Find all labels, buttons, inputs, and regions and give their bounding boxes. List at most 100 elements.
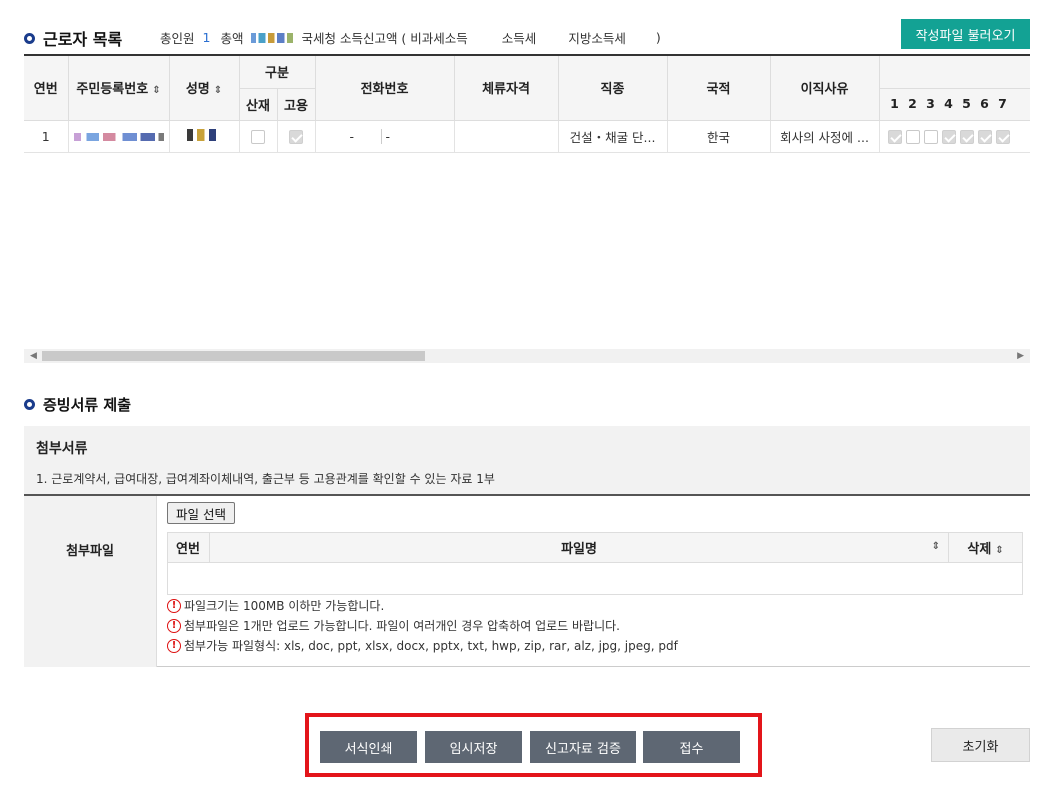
worker-list-title: 근로자 목록 — [24, 26, 122, 50]
month-checkbox[interactable] — [941, 129, 956, 144]
month-checkbox[interactable] — [959, 129, 974, 144]
note-text: 첨부파일은 1개만 업로드 가능합니다. 파일이 여러개인 경우 압축하여 업로… — [184, 619, 620, 633]
worker-list-title-text: 근로자 목록 — [43, 30, 123, 49]
warning-icon: ! — [167, 599, 181, 613]
note-text: 첨부가능 파일형식: xls, doc, ppt, xlsx, docx, pp… — [184, 639, 678, 653]
verify-data-button[interactable]: 신고자료 검증 — [530, 731, 636, 763]
row-reason[interactable]: 회사의 사정에 ... — [770, 120, 880, 153]
load-file-button[interactable]: 작성파일 불러오기 — [901, 19, 1030, 49]
note-text: 파일크기는 100MB 이하만 가능합니다. — [184, 599, 385, 613]
col-name-label: 성명 — [185, 82, 210, 98]
sort-icon[interactable]: ⇕ — [152, 85, 160, 96]
bullet-circle-icon — [24, 32, 35, 44]
masked-rrn — [73, 132, 164, 141]
row-goyong — [277, 120, 316, 153]
row-months — [879, 120, 1030, 153]
horizontal-scrollbar[interactable]: ◀ ▶ — [24, 349, 1030, 363]
masked-amount — [251, 32, 294, 43]
print-form-button[interactable]: 서식인쇄 — [320, 731, 417, 763]
col-months-group — [879, 56, 1030, 89]
worker-summary: 총인원 1 총액 국세청 소득신고액 ( 비과세소득 소득세 지방소득세 ) — [160, 28, 661, 47]
attachment-info: 첨부서류 1. 근로계약서, 급여대장, 급여계좌이체내역, 출근부 등 고용관… — [24, 426, 1030, 496]
file-upload-label: 첨부파일 — [24, 496, 157, 667]
month-header: 1 — [890, 96, 899, 111]
nts-income-label: 국세청 소득신고액 ( 비과세소득 — [301, 31, 468, 46]
col-goyong: 고용 — [277, 88, 316, 121]
sanjae-checkbox[interactable] — [251, 129, 265, 144]
attachment-heading: 첨부서류 — [36, 441, 88, 457]
col-nationality: 국적 — [667, 56, 771, 121]
col-job: 직종 — [558, 56, 668, 121]
goyong-checkbox[interactable] — [289, 129, 303, 144]
month-checkbox[interactable] — [977, 129, 992, 144]
scrollbar-thumb[interactable] — [42, 351, 425, 361]
note-item: ! 첨부파일은 1개만 업로드 가능합니다. 파일이 여러개인 경우 압축하여 업… — [167, 616, 678, 636]
total-count-value: 1 — [202, 30, 211, 45]
file-col-delete[interactable]: 삭제 ⇕ — [948, 532, 1023, 563]
masked-name — [187, 128, 221, 141]
month-header: 5 — [962, 96, 971, 111]
summary-close-paren: ) — [655, 30, 661, 45]
sort-icon[interactable]: ⇕ — [214, 85, 222, 96]
month-checkbox[interactable] — [923, 129, 938, 144]
col-name[interactable]: 성명 ⇕ — [169, 56, 240, 121]
month-checkbox[interactable] — [905, 129, 920, 144]
scroll-left-icon[interactable]: ◀ — [30, 351, 37, 361]
warning-icon: ! — [167, 639, 181, 653]
file-upload-row: 첨부파일 파일 선택 연번 파일명 ⇕ 삭제 ⇕ ! 파일크기는 100MB 이하만 … — [24, 496, 1030, 667]
evidence-title-text: 증빙서류 제출 — [43, 396, 132, 414]
col-phone: 전화번호 — [315, 56, 455, 121]
temp-save-button[interactable]: 임시저장 — [425, 731, 522, 763]
sort-icon[interactable]: ⇕ — [995, 545, 1003, 556]
col-rrn[interactable]: 주민등록번호 ⇕ — [68, 56, 170, 121]
col-category: 구분 — [239, 56, 316, 89]
col-stay: 체류자격 — [454, 56, 559, 121]
file-col-name[interactable]: 파일명 ⇕ — [208, 532, 950, 563]
month-header: 6 — [980, 96, 989, 111]
month-header: 3 — [926, 96, 935, 111]
total-count-label: 총인원 — [160, 31, 195, 46]
warning-icon: ! — [167, 619, 181, 633]
upload-notes: ! 파일크기는 100MB 이하만 가능합니다. ! 첨부파일은 1개만 업로드 가… — [167, 596, 678, 656]
month-checkbox[interactable] — [887, 129, 902, 144]
month-header: 7 — [998, 96, 1007, 111]
local-tax-label: 지방소득세 — [568, 31, 626, 46]
total-amount-label: 총액 — [220, 31, 244, 46]
reset-button[interactable]: 초기화 — [931, 728, 1030, 762]
note-item: ! 첨부가능 파일형식: xls, doc, ppt, xlsx, docx, p… — [167, 636, 678, 656]
income-tax-label: 소득세 — [501, 31, 537, 46]
note-item: ! 파일크기는 100MB 이하만 가능합니다. — [167, 596, 678, 616]
row-job[interactable]: 건설・채굴 단... — [558, 120, 668, 153]
col-rrn-label: 주민등록번호 — [76, 82, 149, 98]
file-col-delete-label: 삭제 — [967, 542, 992, 557]
file-table: 연번 파일명 ⇕ 삭제 ⇕ — [167, 532, 1023, 595]
submit-button[interactable]: 접수 — [643, 731, 740, 763]
col-reason: 이직사유 — [770, 56, 880, 121]
file-empty-row — [167, 562, 1023, 595]
row-name — [169, 120, 240, 153]
file-select-button[interactable]: 파일 선택 — [167, 502, 235, 524]
file-col-no: 연번 — [167, 532, 210, 563]
col-sanjae: 산재 — [239, 88, 278, 121]
evidence-title: 증빙서류 제출 — [24, 394, 131, 415]
month-header: 2 — [908, 96, 917, 111]
row-rrn — [68, 120, 170, 153]
row-sanjae — [239, 120, 278, 153]
row-no: 1 — [24, 120, 69, 153]
table-row[interactable]: 1 -- 건설・채굴 단... 한국 회사의 사정에 ... — [24, 120, 1030, 153]
col-no: 연번 — [24, 56, 69, 121]
month-header: 4 — [944, 96, 953, 111]
sort-icon[interactable]: ⇕ — [932, 541, 940, 552]
scroll-right-icon[interactable]: ▶ — [1017, 351, 1024, 361]
month-checkbox[interactable] — [995, 129, 1010, 144]
bullet-circle-icon — [24, 399, 35, 410]
phone-part-2[interactable]: - — [346, 128, 382, 144]
phone-part-3[interactable]: - — [382, 129, 418, 144]
row-phone[interactable]: -- — [315, 120, 455, 153]
row-stay[interactable] — [454, 120, 559, 153]
attachment-description: 1. 근로계약서, 급여대장, 급여계좌이체내역, 출근부 등 고용관계를 확인… — [36, 472, 495, 486]
row-nationality[interactable]: 한국 — [667, 120, 771, 153]
col-months: 1234567 — [879, 88, 1030, 121]
file-col-name-label: 파일명 — [561, 542, 597, 557]
worker-grid: 연번 주민등록번호 ⇕ 성명 ⇕ 구분 전화번호 체류자격 직종 국적 이직사유 산… — [24, 54, 1030, 364]
